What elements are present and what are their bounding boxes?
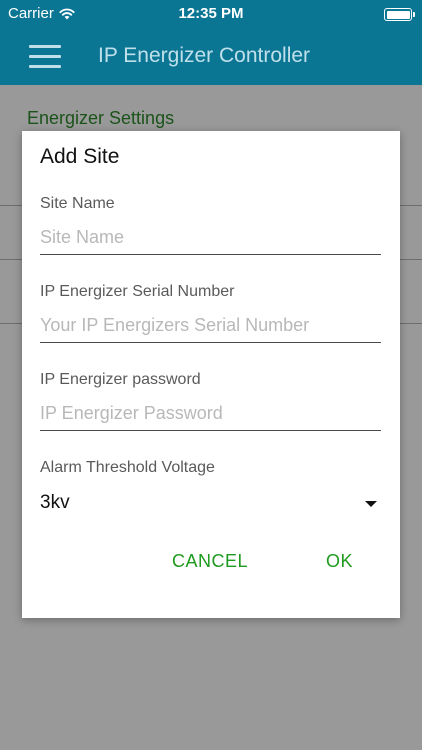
serial-number-input[interactable] (40, 309, 381, 343)
status-time: 12:35 PM (178, 5, 244, 22)
password-input[interactable] (40, 397, 381, 431)
alarm-threshold-value: 3kv (40, 492, 70, 513)
battery-fill (386, 10, 410, 19)
menu-line-top (29, 45, 61, 48)
menu-line-bottom (29, 65, 61, 68)
cancel-button[interactable]: CANCEL (172, 551, 248, 572)
serial-number-label: IP Energizer Serial Number (40, 283, 235, 300)
site-name-input[interactable] (40, 221, 381, 255)
password-label: IP Energizer password (40, 371, 201, 388)
hamburger-menu-icon[interactable] (29, 43, 61, 71)
site-name-label: Site Name (40, 195, 115, 212)
ok-button[interactable]: OK (326, 551, 353, 572)
status-bar: Carrier 12:35 PM (0, 0, 422, 30)
add-site-dialog: Add Site Site Name IP Energizer Serial N… (22, 131, 400, 618)
app-bar: IP Energizer Controller (0, 30, 422, 85)
dialog-title: Add Site (40, 145, 120, 168)
dropdown-caret-icon (365, 501, 377, 507)
alarm-threshold-select[interactable]: 3kv (40, 489, 381, 519)
app-title: IP Energizer Controller (98, 44, 311, 67)
menu-line-middle (29, 55, 61, 58)
alarm-threshold-label: Alarm Threshold Voltage (40, 459, 215, 476)
battery-icon (384, 8, 415, 21)
